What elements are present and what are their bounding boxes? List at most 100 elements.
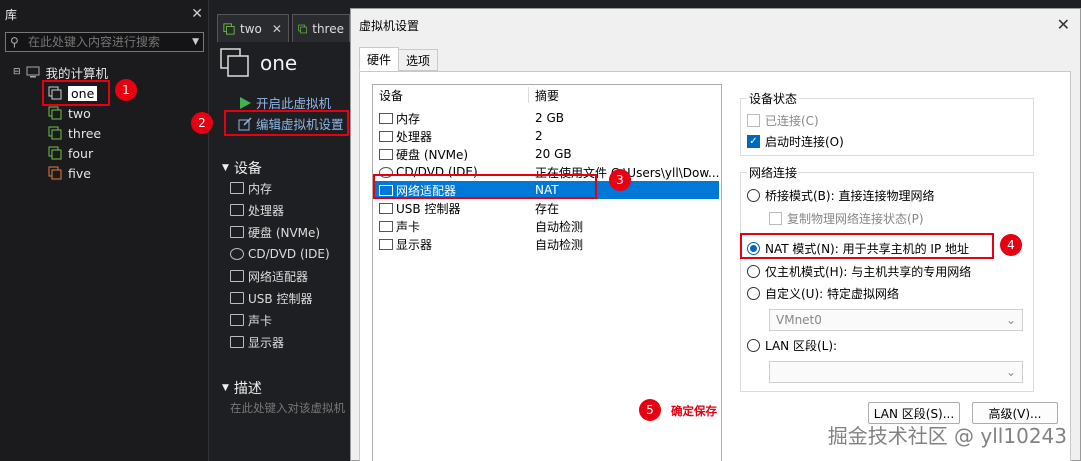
library-search[interactable]: ⚲ ▼	[5, 32, 204, 52]
close-icon[interactable]: ✕	[1057, 15, 1070, 34]
vm-icon	[298, 24, 307, 33]
chevron-down-icon[interactable]: ▼	[192, 37, 199, 47]
device-cdrom[interactable]: CD/DVD (IDE)	[230, 244, 330, 264]
tab-options[interactable]: 选项	[398, 49, 439, 71]
row-device: 硬盘 (NVMe)	[396, 147, 469, 162]
list-item[interactable]: USB 控制器 存在	[375, 199, 719, 217]
list-item[interactable]: 声卡 自动检测	[375, 217, 719, 235]
row-device: 处理器	[396, 129, 433, 144]
cd-icon	[230, 248, 244, 260]
memory-icon	[230, 182, 244, 194]
checkbox-icon	[769, 212, 782, 225]
usb-icon	[379, 202, 393, 214]
replicate-checkbox[interactable]: 复制物理网络连接状态(P)	[769, 210, 924, 227]
radio-icon	[747, 339, 760, 352]
collapse-icon[interactable]: ▼	[222, 163, 229, 173]
tab-hardware[interactable]: 硬件	[359, 47, 400, 71]
vm-icon	[48, 166, 62, 180]
vm-icon	[48, 146, 62, 160]
host-only-radio[interactable]: 仅主机模式(H): 与主机共享的专用网络	[747, 263, 971, 280]
computer-icon	[26, 66, 40, 78]
close-icon[interactable]: ✕	[272, 22, 282, 36]
lan-segment-radio[interactable]: LAN 区段(L):	[747, 337, 837, 354]
bridged-radio[interactable]: 桥接模式(B): 直接连接物理网络	[747, 187, 934, 204]
collapse-icon[interactable]: ⊟	[13, 67, 21, 77]
device-cpu[interactable]: 处理器	[230, 200, 284, 220]
tree-item-five[interactable]: five	[48, 163, 91, 183]
checkbox-label: 启动时连接(O)	[765, 135, 844, 149]
devices-section-header[interactable]: ▼ 设备	[222, 158, 262, 178]
network-connection-group: 网络连接 桥接模式(B): 直接连接物理网络 复制物理网络连接状态(P) NAT…	[740, 164, 1034, 392]
vm-icon	[48, 106, 62, 120]
tab-three[interactable]: three	[292, 14, 350, 42]
annotation-box-2	[224, 110, 349, 136]
tree-item-four[interactable]: four	[48, 143, 93, 163]
device-display[interactable]: 显示器	[230, 332, 284, 352]
row-summary: 2	[535, 129, 543, 143]
chevron-down-icon: ⌄	[1005, 365, 1016, 379]
radio-icon	[747, 287, 760, 300]
row-summary: 自动检测	[535, 237, 584, 252]
device-label: USB 控制器	[248, 291, 313, 306]
annotation-badge-5: 5	[639, 399, 661, 421]
description-section-header[interactable]: ▼ 描述	[222, 378, 262, 398]
tab-label: two	[240, 21, 262, 36]
tree-item-two[interactable]: two	[48, 103, 91, 123]
usb-icon	[230, 292, 244, 304]
collapse-icon[interactable]: ▼	[222, 383, 229, 393]
hardware-list[interactable]: 设备 摘要 内存 2 GB 处理器 2 硬盘 (NVMe) 20 GB CD/DVD …	[372, 84, 722, 461]
list-item[interactable]: 硬盘 (NVMe) 20 GB	[375, 145, 719, 163]
annotation-badge-3: 3	[609, 169, 631, 191]
close-icon[interactable]: ✕	[191, 6, 203, 22]
checkbox-icon	[747, 114, 760, 127]
column-summary[interactable]: 摘要	[535, 87, 559, 104]
group-title: 设备状态	[747, 90, 800, 107]
connected-checkbox[interactable]: 已连接(C)	[747, 112, 819, 129]
device-usb[interactable]: USB 控制器	[230, 288, 312, 308]
device-sound[interactable]: 声卡	[230, 310, 272, 330]
column-device[interactable]: 设备	[379, 87, 403, 104]
list-item[interactable]: 处理器 2	[375, 127, 719, 145]
speaker-icon	[379, 220, 393, 232]
library-header: 库 ✕	[0, 0, 209, 28]
annotation-box-3	[373, 174, 597, 199]
device-disk[interactable]: 硬盘 (NVMe)	[230, 222, 320, 242]
vm-icon	[220, 48, 249, 77]
checkbox-label: 已连接(C)	[765, 114, 819, 128]
tree-item-three[interactable]: three	[48, 123, 101, 143]
connect-at-power-on-checkbox[interactable]: ✓ 启动时连接(O)	[747, 133, 844, 150]
list-item[interactable]: 显示器 自动检测	[375, 235, 719, 253]
search-icon: ⚲	[10, 35, 19, 49]
tab-two[interactable]: two ✕	[217, 14, 289, 42]
column-divider	[528, 87, 529, 103]
custom-network-select[interactable]: VMnet0 ⌄	[769, 309, 1023, 331]
radio-label: 仅主机模式(H): 与主机共享的专用网络	[765, 265, 972, 279]
annotation-badge-4: 4	[1000, 234, 1022, 256]
lan-segment-select[interactable]: ⌄	[769, 361, 1023, 383]
select-value: VMnet0	[776, 313, 822, 327]
row-summary: 自动检测	[535, 219, 584, 234]
radio-label: 桥接模式(B): 直接连接物理网络	[765, 189, 935, 203]
vm-name: one	[260, 51, 298, 75]
disk-icon	[230, 226, 244, 238]
memory-icon	[379, 112, 393, 124]
tab-label: three	[312, 21, 344, 36]
tree-item-label: four	[68, 145, 94, 161]
device-memory[interactable]: 内存	[230, 178, 272, 198]
radio-label: 自定义(U): 特定虚拟网络	[765, 287, 900, 301]
disk-icon	[379, 148, 393, 160]
annotation-box-1	[42, 80, 110, 106]
description-header: 描述	[233, 381, 262, 397]
group-title: 网络连接	[747, 164, 800, 181]
library-pane: 库 ✕ ⚲ ▼ ⊟ 我的计算机 one two three four five	[0, 0, 209, 461]
device-network[interactable]: 网络适配器	[230, 266, 308, 286]
list-item[interactable]: 内存 2 GB	[375, 109, 719, 127]
tree-root[interactable]: ⊟ 我的计算机	[13, 62, 108, 82]
search-input[interactable]	[28, 35, 193, 49]
annotation-badge-2: 2	[191, 112, 213, 134]
device-status-group: 设备状态 已连接(C) ✓ 启动时连接(O)	[740, 90, 1034, 156]
tree-item-label: three	[68, 125, 102, 141]
description-placeholder[interactable]: 在此处键入对该虚拟机	[230, 400, 345, 416]
device-label: 处理器	[248, 203, 285, 218]
custom-radio[interactable]: 自定义(U): 特定虚拟网络	[747, 285, 899, 302]
